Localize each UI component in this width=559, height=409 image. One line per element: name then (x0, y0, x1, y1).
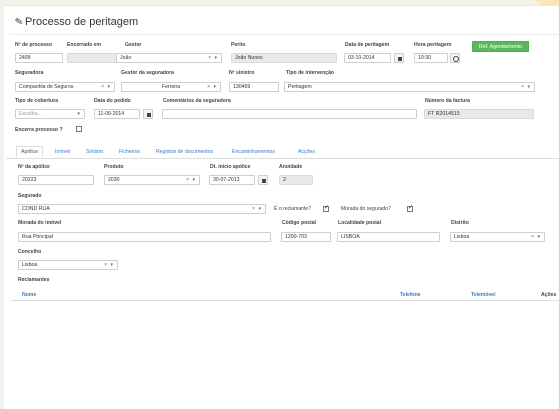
tab-accoes[interactable]: Acções (298, 146, 315, 158)
comentarios-field[interactable] (162, 109, 417, 119)
codigo-postal-label: Código postal (282, 220, 316, 226)
data-peritagem-label: Data de peritagem (345, 42, 390, 48)
numero-label: Nº de processo (15, 42, 52, 48)
data-peritagem-field[interactable]: 03-10-2014 (344, 53, 391, 63)
produto-value: 2030 (108, 177, 120, 183)
clear-chevron-icon[interactable]: × ▾ (531, 233, 541, 241)
seguradora-label: Seguradora (15, 70, 44, 76)
hora-field[interactable]: 10:30 (414, 53, 448, 63)
numero-field[interactable]: 2409 (15, 53, 63, 63)
apolice-label: Nº da apólice (18, 164, 50, 170)
page-title-text: Processo de peritagem (25, 16, 139, 28)
tab-encaminhamentos[interactable]: Encaminhamentos (232, 146, 275, 158)
divider (10, 34, 559, 35)
apolice-field[interactable]: 20223 (18, 175, 94, 185)
codigo-postal-field[interactable]: 1200-703 (281, 232, 331, 242)
localidade-field[interactable]: LISBOA (337, 232, 440, 242)
seguradora-select[interactable]: Companhia de Seguros × ▾ (15, 82, 115, 92)
tab-sinistro[interactable]: Sinistro (86, 146, 103, 158)
calendar-icon[interactable] (258, 175, 268, 185)
distrito-value: Lisboa (454, 234, 470, 240)
localidade-label: Localidade postal (338, 220, 382, 226)
tab-apolice[interactable]: Apólice (16, 146, 44, 158)
sinistro-field[interactable]: 130469 (229, 82, 279, 92)
encerrado-label: Encerrado em (67, 42, 101, 48)
clear-chevron-icon[interactable]: × ▾ (252, 205, 262, 213)
concelho-select[interactable]: Lisboa × ▾ (18, 260, 118, 270)
clear-chevron-icon[interactable]: × ▾ (207, 83, 217, 91)
cobertura-placeholder: Escolha... (19, 111, 42, 117)
calendar-icon[interactable] (143, 109, 153, 119)
morada-imovel-label: Morada do imóvel (18, 220, 62, 226)
perito-field: João Nunes (231, 53, 337, 63)
intervencao-value: Peritagem (288, 84, 312, 90)
pedido-label: Data do pedido (94, 98, 131, 104)
morada-segurado-checkbox[interactable] (407, 204, 413, 212)
pedido-field[interactable]: 11-06-2014 (94, 109, 140, 119)
reclamantes-table-header: Nome Telefone Telemóvel Ações (11, 290, 559, 301)
pencil-icon: ✎ (14, 16, 25, 29)
sinistro-label: Nº sinistro (229, 70, 255, 76)
seguradora-value: Companhia de Seguros (19, 84, 74, 90)
morada-imovel-field[interactable]: Rua Principal (18, 232, 271, 242)
tab-bar: Apólice Imóvel Sinistro Ficheiros Regist… (6, 146, 559, 159)
cobertura-label: Tipo de cobertura (15, 98, 58, 104)
reclamante-checkbox[interactable] (323, 204, 329, 212)
intervencao-label: Tipo de intervenção (286, 70, 335, 76)
segurado-select[interactable]: COND RUA × ▾ (18, 204, 266, 214)
encerra-checkbox[interactable] (76, 126, 82, 132)
gestor-label: Gestor (125, 42, 142, 48)
col-acoes: Ações (541, 292, 557, 298)
gestor-seguradora-select[interactable]: Ferreira × ▾ (121, 82, 221, 92)
tab-ficheiros[interactable]: Ficheiros (119, 146, 140, 158)
perito-label: Perito (231, 42, 246, 48)
reclamante-label: É o reclamante? (274, 206, 312, 212)
inicio-label: Dt. início apólice (210, 164, 251, 170)
distrito-label: Distrito (451, 220, 469, 226)
gestor-value: João (120, 55, 132, 61)
col-telefone[interactable]: Telefone (400, 290, 421, 300)
comentarios-label: Comentários da seguradora (163, 98, 231, 104)
page-title: ✎Processo de peritagem (14, 16, 139, 29)
clear-chevron-icon[interactable]: × ▾ (208, 54, 218, 62)
concelho-value: Lisboa (22, 262, 38, 268)
gestor-select[interactable]: João × ▾ (116, 53, 222, 63)
clear-chevron-icon[interactable]: × ▾ (521, 83, 531, 91)
intervencao-select[interactable]: Peritagem × ▾ (284, 82, 535, 92)
morada-segurado-label: Morada do segurado? (341, 206, 391, 212)
ref-agendamento-button[interactable]: Ref. Agendamento (472, 41, 529, 52)
col-nome[interactable]: Nome (22, 290, 36, 300)
segurado-value: COND RUA (22, 206, 50, 212)
produto-label: Produto (104, 164, 124, 170)
reclamantes-title: Reclamantes (18, 277, 50, 283)
anuidade-field: 2 (279, 175, 313, 185)
factura-field: FT R2014515 (424, 109, 534, 119)
clear-chevron-icon[interactable]: × ▾ (186, 176, 196, 184)
produto-select[interactable]: 2030 × ▾ (104, 175, 200, 185)
hora-label: Hora peritagem (414, 42, 452, 48)
encerrado-field (67, 53, 117, 63)
gestor-seguradora-label: Gestor da seguradora (121, 70, 174, 76)
cobertura-select[interactable]: Escolha... ▾ (15, 109, 85, 119)
factura-label: Número da factura (425, 98, 471, 104)
gestor-seguradora-value: Ferreira (161, 84, 181, 90)
clear-chevron-icon[interactable]: × ▾ (104, 261, 114, 269)
tab-registos[interactable]: Registos de documentos (156, 146, 213, 158)
calendar-icon[interactable] (394, 53, 404, 63)
clock-icon[interactable] (450, 53, 460, 63)
chevron-down-icon[interactable]: ▾ (77, 110, 81, 118)
tab-imovel[interactable]: Imóvel (55, 146, 70, 158)
concelho-label: Concelho (18, 249, 42, 255)
clear-chevron-icon[interactable]: × ▾ (101, 83, 111, 91)
segurado-label: Segurado (18, 193, 42, 199)
anuidade-label: Anuidade (279, 164, 303, 170)
col-telemovel[interactable]: Telemóvel (471, 290, 496, 300)
inicio-field[interactable]: 30-07-2013 (209, 175, 255, 185)
encerra-label: Encerra processo ? (15, 127, 63, 133)
distrito-select[interactable]: Lisboa × ▾ (450, 232, 545, 242)
